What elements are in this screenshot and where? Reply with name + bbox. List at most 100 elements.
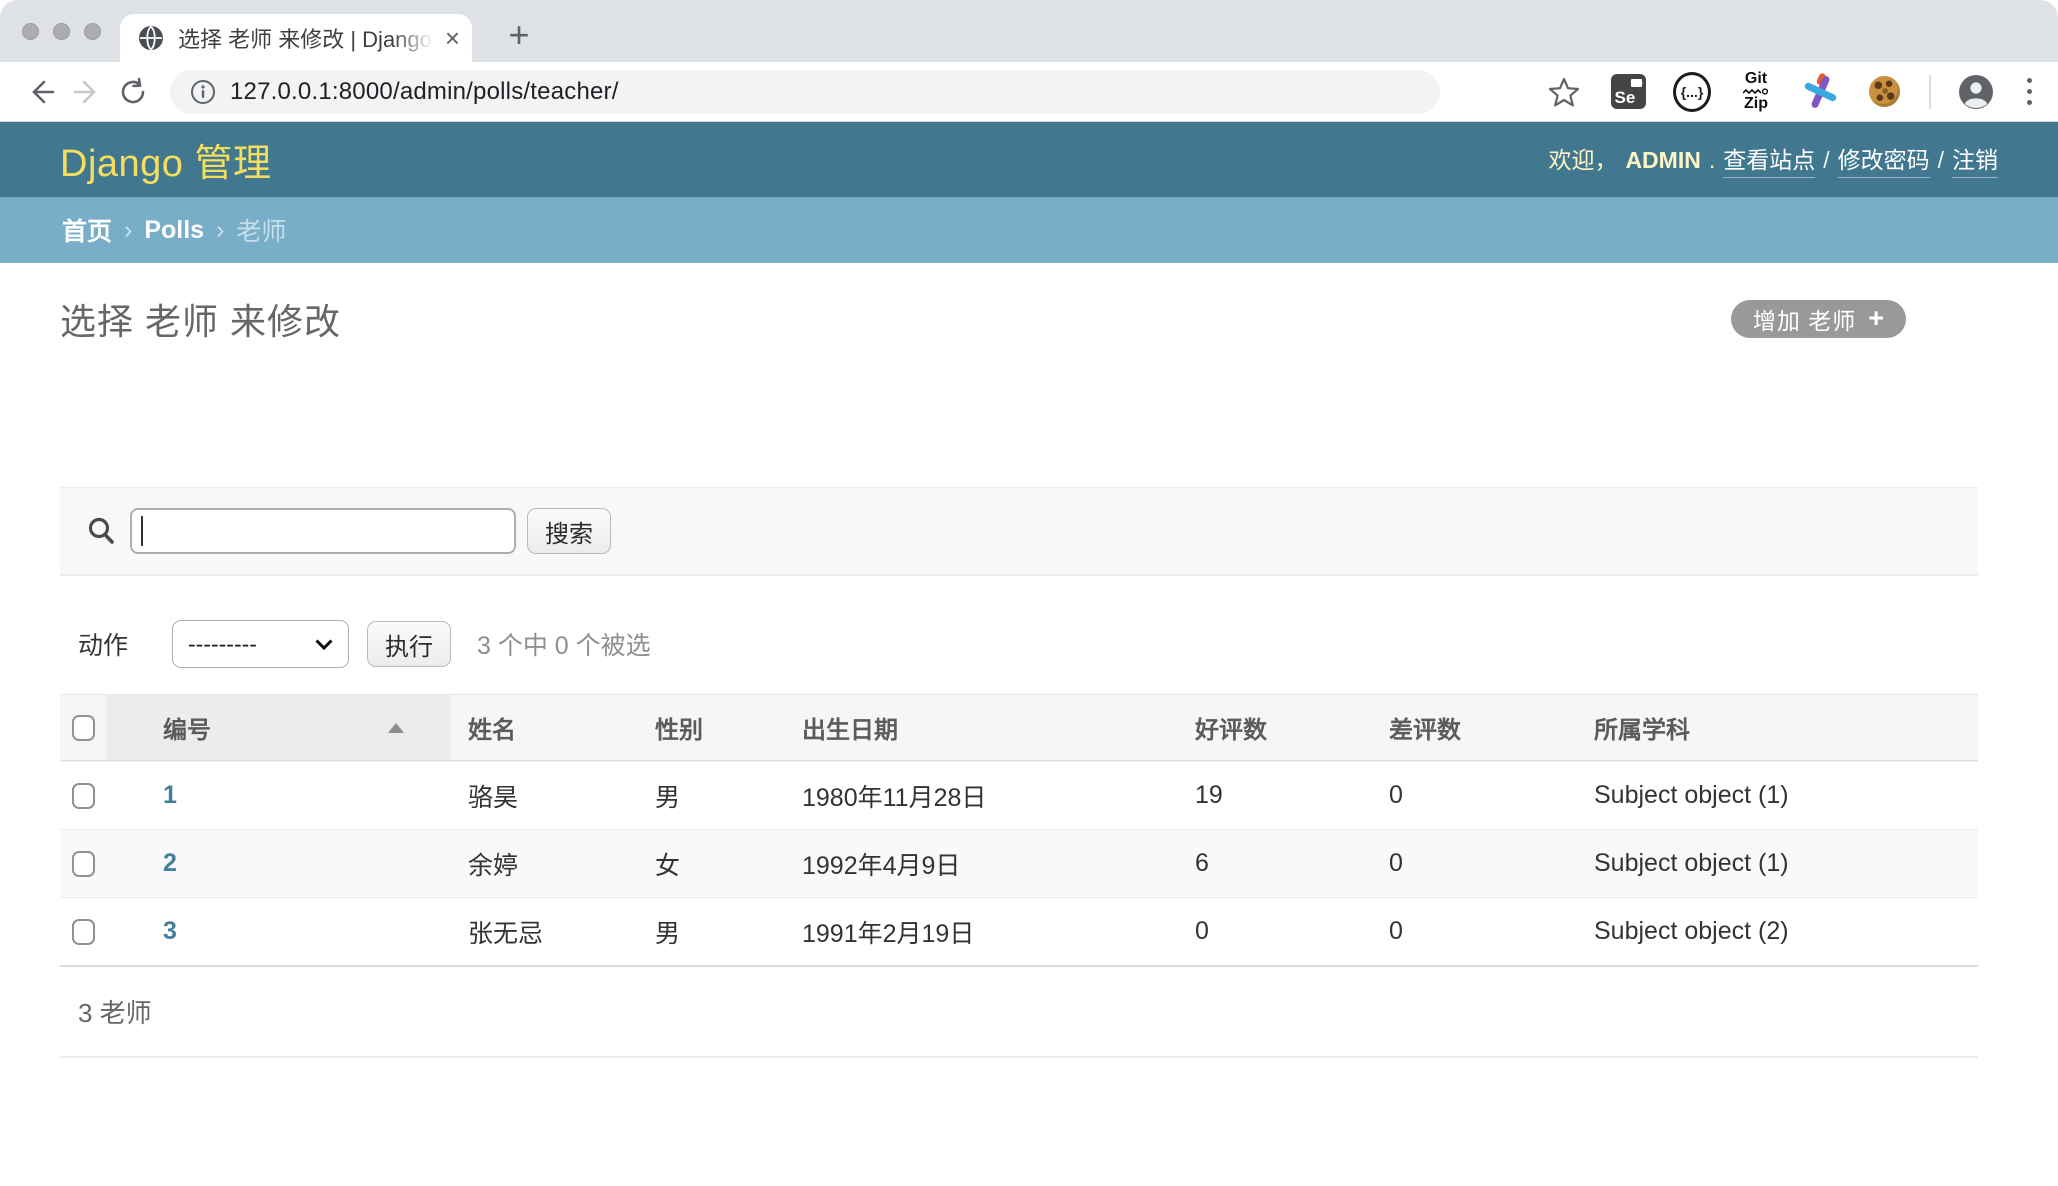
search-button[interactable]: 搜索 — [527, 508, 611, 554]
cell-upvotes: 19 — [1180, 781, 1375, 810]
address-bar[interactable]: 127.0.0.1:8000/admin/polls/teacher/ — [170, 70, 1440, 114]
site-info-icon[interactable] — [190, 79, 216, 105]
paginator-count: 3 老师 — [60, 967, 1978, 1030]
change-password-link[interactable]: 修改密码 — [1838, 141, 1930, 178]
dot-text: . — [1709, 147, 1715, 174]
breadcrumb-home-link[interactable]: 首页 — [62, 212, 112, 248]
result-table: 编号 姓名 性别 出生日期 好评数 差评数 所属学科 1 骆昊 男 1980年1… — [60, 694, 1978, 967]
cell-subject: Subject object (1) — [1580, 849, 1978, 878]
breadcrumb-app-link[interactable]: Polls — [144, 216, 204, 245]
back-button[interactable] — [18, 69, 64, 115]
favicon-globe-icon — [138, 25, 164, 51]
extension-cookie-icon[interactable] — [1865, 72, 1903, 112]
cell-birthday: 1992年4月9日 — [790, 846, 1180, 882]
tab-strip: 选择 老师 来修改 | Django 站点管理 × + — [0, 0, 2058, 62]
action-select[interactable]: --------- — [172, 620, 349, 668]
cell-gender: 女 — [640, 846, 790, 882]
cell-name: 张无忌 — [450, 914, 640, 950]
zoom-window-button[interactable] — [84, 23, 101, 40]
cell-subject: Subject object (2) — [1580, 917, 1978, 946]
search-module: 搜索 — [60, 487, 1978, 576]
extension-json-viewer-icon[interactable]: {...} — [1673, 72, 1711, 112]
action-go-button[interactable]: 执行 — [367, 621, 451, 667]
chevron-down-icon — [315, 639, 333, 650]
row-id-link[interactable]: 2 — [163, 849, 177, 877]
row-checkbox[interactable] — [72, 851, 95, 877]
content-area: 选择 老师 来修改 增加 老师 + 搜索 动作 --------- 执行 3 — [0, 293, 2058, 1058]
cell-birthday: 1980年11月28日 — [790, 778, 1180, 814]
row-id-link[interactable]: 3 — [163, 917, 177, 945]
profile-avatar-icon[interactable] — [1957, 72, 1995, 112]
url-text[interactable]: 127.0.0.1:8000/admin/polls/teacher/ — [230, 78, 619, 106]
breadcrumb-separator: › — [216, 216, 224, 245]
table-header-row: 编号 姓名 性别 出生日期 好评数 差评数 所属学科 — [60, 694, 1978, 761]
username-text: ADMIN — [1625, 147, 1700, 174]
browser-window: 选择 老师 来修改 | Django 站点管理 × + 127.0.0.1:80… — [0, 0, 2058, 1186]
toolbar-divider — [1929, 75, 1931, 109]
cell-subject: Subject object (1) — [1580, 781, 1978, 810]
column-header-name[interactable]: 姓名 — [450, 710, 640, 745]
column-header-birthday[interactable]: 出生日期 — [790, 710, 1180, 745]
selection-counter: 3 个中 0 个被选 — [477, 626, 651, 662]
row-id-link[interactable]: 1 — [163, 781, 177, 809]
table-row: 2 余婷 女 1992年4月9日 6 0 Subject object (1) — [60, 829, 1978, 897]
row-checkbox[interactable] — [72, 783, 95, 809]
cell-gender: 男 — [640, 778, 790, 814]
search-icon — [86, 516, 116, 546]
column-header-gender[interactable]: 性别 — [640, 710, 790, 745]
reload-button[interactable] — [110, 69, 156, 115]
browser-menu-icon[interactable] — [2021, 78, 2038, 105]
column-header-downvotes[interactable]: 差评数 — [1375, 710, 1580, 745]
logout-link[interactable]: 注销 — [1952, 141, 1998, 178]
forward-button[interactable] — [64, 69, 110, 115]
action-selected-value: --------- — [188, 631, 257, 658]
bookmark-star-icon[interactable] — [1545, 72, 1583, 112]
django-admin-header: Django 管理 欢迎， ADMIN. 查看站点 / 修改密码 / 注销 — [0, 122, 2058, 197]
window-controls — [22, 23, 101, 40]
site-brand[interactable]: Django 管理 — [60, 132, 271, 187]
tab-close-icon[interactable]: × — [445, 25, 460, 51]
column-header-id[interactable]: 编号 — [106, 695, 450, 760]
text-caret — [141, 516, 143, 546]
breadcrumb: 首页 › Polls › 老师 — [0, 197, 2058, 263]
user-tools: 欢迎， ADMIN. 查看站点 / 修改密码 / 注销 — [1548, 141, 1998, 178]
link-separator: / — [1823, 147, 1829, 174]
add-teacher-label: 增加 老师 — [1753, 302, 1856, 336]
actions-bar: 动作 --------- 执行 3 个中 0 个被选 — [78, 620, 1978, 668]
table-row: 3 张无忌 男 1991年2月19日 0 0 Subject object (2… — [60, 897, 1978, 965]
link-separator: / — [1938, 147, 1944, 174]
column-header-id-label: 编号 — [106, 710, 211, 745]
cell-birthday: 1991年2月19日 — [790, 914, 1180, 950]
close-window-button[interactable] — [22, 23, 39, 40]
search-input[interactable] — [130, 508, 516, 554]
minimize-window-button[interactable] — [53, 23, 70, 40]
column-header-subject[interactable]: 所属学科 — [1580, 710, 1978, 745]
cell-upvotes: 6 — [1180, 849, 1375, 878]
welcome-text: 欢迎， — [1548, 141, 1617, 175]
sort-ascending-icon[interactable] — [388, 723, 404, 733]
view-site-link[interactable]: 查看站点 — [1723, 141, 1815, 178]
extension-gitzip-icon[interactable]: Git Zip — [1737, 72, 1775, 112]
page-title: 选择 老师 来修改 — [60, 293, 341, 345]
cell-downvotes: 0 — [1375, 849, 1580, 878]
table-row: 1 骆昊 男 1980年11月28日 19 0 Subject object (… — [60, 761, 1978, 829]
extension-x-icon[interactable] — [1801, 72, 1839, 112]
action-label: 动作 — [78, 626, 128, 662]
column-header-upvotes[interactable]: 好评数 — [1180, 710, 1375, 745]
cell-name: 余婷 — [450, 846, 640, 882]
cell-downvotes: 0 — [1375, 917, 1580, 946]
select-all-checkbox[interactable] — [72, 715, 95, 741]
plus-icon: + — [1868, 305, 1884, 332]
breadcrumb-current: 老师 — [236, 212, 286, 248]
new-tab-button[interactable]: + — [496, 12, 542, 58]
browser-tab[interactable]: 选择 老师 来修改 | Django 站点管理 × — [120, 14, 472, 62]
cell-name: 骆昊 — [450, 778, 640, 814]
cell-upvotes: 0 — [1180, 917, 1375, 946]
cell-gender: 男 — [640, 914, 790, 950]
extension-se-recorder-icon[interactable]: Se — [1609, 72, 1647, 112]
breadcrumb-separator: › — [124, 216, 132, 245]
browser-toolbar: 127.0.0.1:8000/admin/polls/teacher/ Se {… — [0, 62, 2058, 122]
content-bottom-divider — [60, 1056, 1978, 1058]
add-teacher-button[interactable]: 增加 老师 + — [1731, 300, 1906, 338]
row-checkbox[interactable] — [72, 919, 95, 945]
